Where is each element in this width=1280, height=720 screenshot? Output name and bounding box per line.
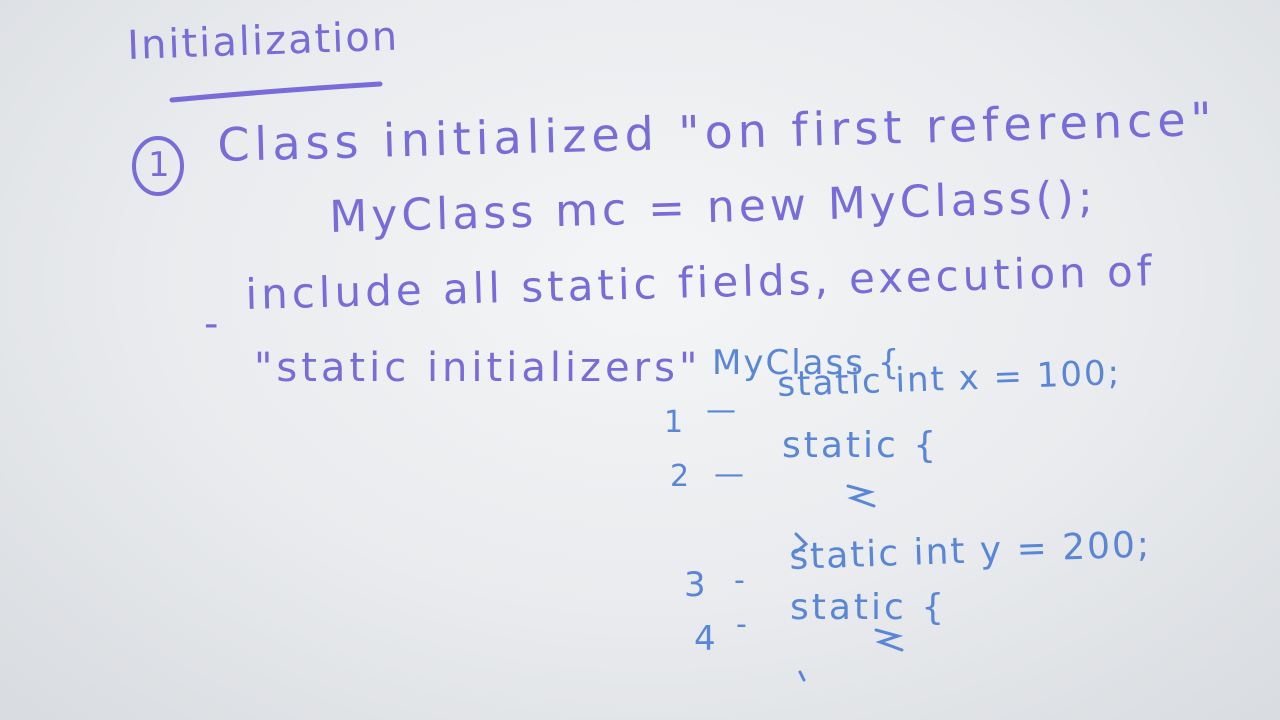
whiteboard: Initialization 1 Class initialized "on f… bbox=[0, 0, 1280, 720]
title-underline bbox=[169, 81, 383, 103]
bullet-line-2: "static initializers" bbox=[254, 345, 702, 391]
code-line-text: static int x = 100; bbox=[776, 353, 1122, 405]
point-number: 1 bbox=[148, 145, 172, 185]
bullet-line-1: include all static fields, execution of bbox=[244, 246, 1157, 319]
code-line-number: 4 bbox=[694, 619, 718, 659]
code-line-connector: — bbox=[714, 457, 746, 492]
title-text: Initialization bbox=[126, 13, 400, 69]
code-line-connector: - bbox=[736, 607, 749, 642]
code-line-number: 2 bbox=[670, 459, 692, 494]
code-line-connector: - bbox=[734, 563, 747, 598]
code-line-text: static { bbox=[790, 587, 948, 628]
code-line-text: static int y = 200; bbox=[788, 524, 1152, 578]
code-line-connector: — bbox=[706, 393, 738, 428]
code-line-text: } bbox=[880, 700, 883, 701]
code-line-text: static { bbox=[782, 425, 940, 466]
brace-close-1 bbox=[846, 484, 876, 508]
bottom-tick bbox=[798, 670, 806, 682]
example-code: MyClass mc = new MyClass(); bbox=[328, 171, 1098, 243]
code-line-number: 3 bbox=[684, 565, 708, 605]
brace-close-2 bbox=[874, 628, 904, 652]
bullet-dash: - bbox=[204, 301, 221, 347]
point-text: Class initialized "on first reference" bbox=[216, 91, 1218, 172]
code-line-number: 1 bbox=[664, 405, 686, 440]
